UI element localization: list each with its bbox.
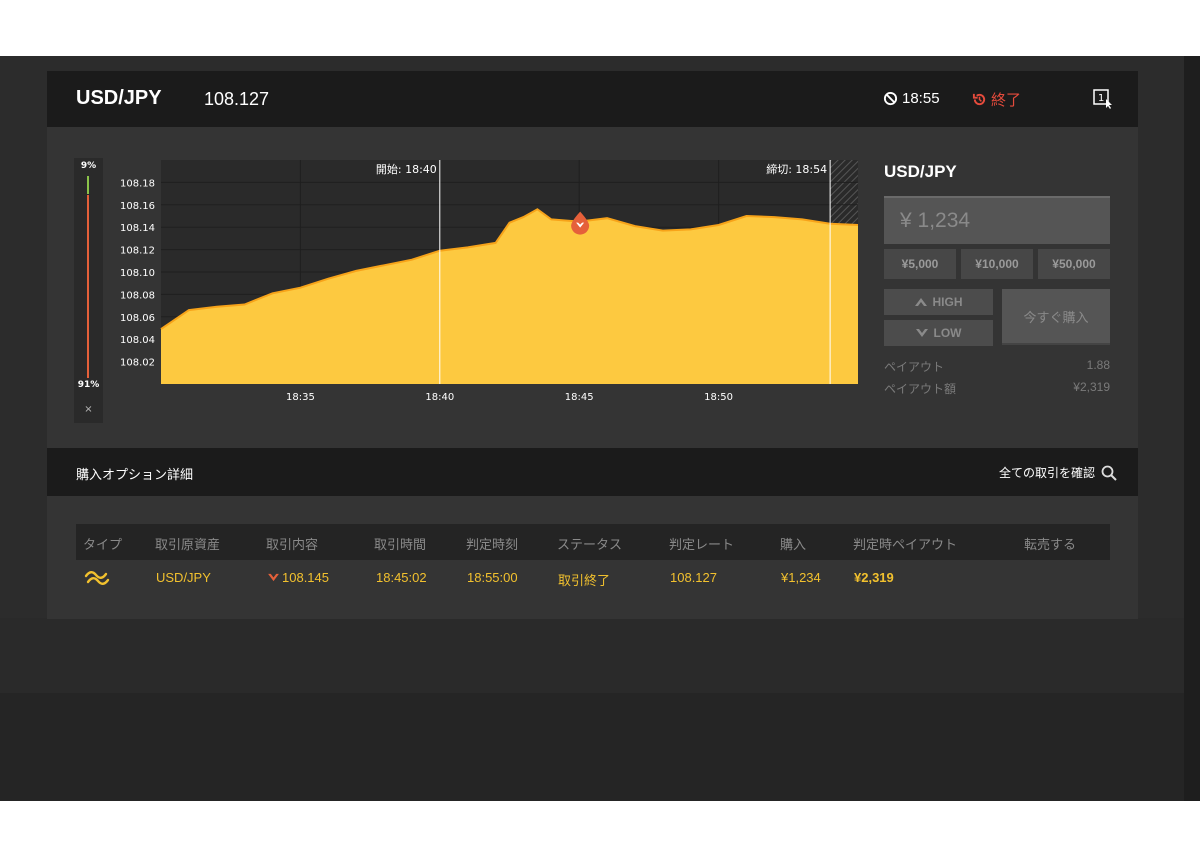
y-tick-label: 108.08 xyxy=(120,290,155,301)
preset-50000-button[interactable]: ¥50,000 xyxy=(1038,249,1110,279)
asset-pair: USD/JPY xyxy=(76,87,162,109)
round-status: 終了 xyxy=(972,89,1021,110)
table-header: タイプ 取引原資産 取引内容 取引時間 判定時刻 ステータス 判定レート 購入 … xyxy=(76,524,1110,560)
col-payout: 判定時ペイアウト xyxy=(853,538,958,553)
current-rate: 108.127 xyxy=(204,89,270,109)
low-probability-fill xyxy=(87,195,89,378)
payout-label: ペイアウト xyxy=(884,360,945,374)
view-all-trades-link[interactable]: 全ての取引を確認 xyxy=(999,464,1117,481)
y-tick-label: 108.16 xyxy=(120,201,155,212)
arrow-down-icon xyxy=(915,329,928,337)
buy-now-button[interactable]: 今すぐ購入 xyxy=(1002,289,1110,345)
row-purchase: ¥1,234 xyxy=(781,570,821,585)
low-probability: 91% xyxy=(77,380,100,390)
trade-panel-title: USD/JPY xyxy=(884,162,957,181)
row-content: 108.145 xyxy=(268,570,329,585)
expiry-clock: 18:55 xyxy=(883,90,940,107)
payout-row: ペイアウト 1.88 xyxy=(884,358,1110,375)
y-tick-label: 108.18 xyxy=(120,178,155,189)
start-time-label: 開始: 18:40 xyxy=(376,162,437,176)
col-judge-rate: 判定レート xyxy=(669,538,735,553)
amount-input[interactable] xyxy=(884,196,1110,244)
history-icon xyxy=(972,93,986,106)
x-tick-label: 18:35 xyxy=(286,392,315,403)
low-button[interactable]: LOW xyxy=(884,320,993,346)
payout-amount-row: ペイアウト額 ¥2,319 xyxy=(884,380,1110,397)
purchase-options-title: 購入オプション詳細 xyxy=(76,468,194,483)
x-tick-label: 18:40 xyxy=(425,392,454,403)
clock-text: 18:55 xyxy=(902,90,940,107)
payout-amount-label: ペイアウト額 xyxy=(884,382,957,396)
single-chart-view-icon[interactable]: 1 xyxy=(1093,89,1113,109)
col-status: ステータス xyxy=(557,538,623,553)
payout-value: 1.88 xyxy=(1086,358,1110,372)
col-judge-time: 判定時刻 xyxy=(466,538,519,553)
payout-amount-value: ¥2,319 xyxy=(1073,380,1110,394)
high-probability-fill xyxy=(87,176,89,194)
prohibited-icon xyxy=(883,91,898,106)
right-scroll-strip xyxy=(1184,56,1200,801)
low-label: LOW xyxy=(933,326,962,340)
col-purchase: 購入 xyxy=(780,538,807,553)
x-tick-label: 18:50 xyxy=(704,392,733,403)
arrow-up-icon xyxy=(914,298,927,306)
row-direction-rate: 108.145 xyxy=(282,570,329,585)
lower-area xyxy=(0,618,1184,693)
end-time-label: 締切: 18:54 xyxy=(766,162,827,176)
trade-type-icon xyxy=(84,571,110,585)
preset-10000-button[interactable]: ¥10,000 xyxy=(961,249,1033,279)
purchase-options-bar: 購入オプション詳細 全ての取引を確認 xyxy=(47,448,1138,496)
view-all-trades-label: 全ての取引を確認 xyxy=(999,466,1096,480)
high-button[interactable]: HIGH xyxy=(884,289,993,315)
y-tick-label: 108.10 xyxy=(120,268,155,279)
high-label: HIGH xyxy=(932,295,963,309)
row-judge-rate: 108.127 xyxy=(670,570,717,585)
col-resell: 転売する xyxy=(1024,538,1077,553)
price-chart: 108.18 108.16 108.14 108.12 108.10 108.08 108.… xyxy=(120,160,859,403)
asset-header: USD/JPY 108.127 18:55 終了 1 xyxy=(47,71,1138,127)
col-content: 取引内容 xyxy=(266,538,319,553)
table-row[interactable]: USD/JPY 108.145 18:45:02 18:55:00 取引終了 1… xyxy=(76,560,1110,596)
status-text: 終了 xyxy=(991,92,1022,109)
arrow-down-icon xyxy=(268,573,279,582)
close-probability-button[interactable]: × xyxy=(74,404,103,415)
y-tick-label: 108.02 xyxy=(120,358,155,369)
trades-table: タイプ 取引原資産 取引内容 取引時間 判定時刻 ステータス 判定レート 購入 … xyxy=(76,524,1110,596)
row-trade-time: 18:45:02 xyxy=(376,570,427,585)
col-trade-time: 取引時間 xyxy=(374,538,427,553)
probability-bar: 9% 91% × xyxy=(74,158,103,423)
y-tick-label: 108.12 xyxy=(120,246,155,257)
row-asset: USD/JPY xyxy=(156,570,211,585)
trading-panel: USD/JPY 108.127 18:55 終了 1 9% 91% × 108.… xyxy=(47,71,1138,619)
search-icon xyxy=(1101,465,1117,481)
y-tick-label: 108.04 xyxy=(120,335,155,346)
y-tick-label: 108.14 xyxy=(120,223,155,234)
svg-text:1: 1 xyxy=(1098,93,1104,104)
x-tick-label: 18:45 xyxy=(565,392,594,403)
col-type: タイプ xyxy=(83,538,123,553)
app-background: USD/JPY 108.127 18:55 終了 1 9% 91% × 108.… xyxy=(0,56,1200,801)
row-payout: ¥2,319 xyxy=(854,570,894,585)
col-asset: 取引原資産 xyxy=(155,538,221,553)
preset-5000-button[interactable]: ¥5,000 xyxy=(884,249,956,279)
bottom-band xyxy=(0,693,1184,801)
y-tick-label: 108.06 xyxy=(120,313,155,324)
high-probability: 9% xyxy=(80,161,97,171)
row-status: 取引終了 xyxy=(558,573,611,588)
row-judge-time: 18:55:00 xyxy=(467,570,518,585)
